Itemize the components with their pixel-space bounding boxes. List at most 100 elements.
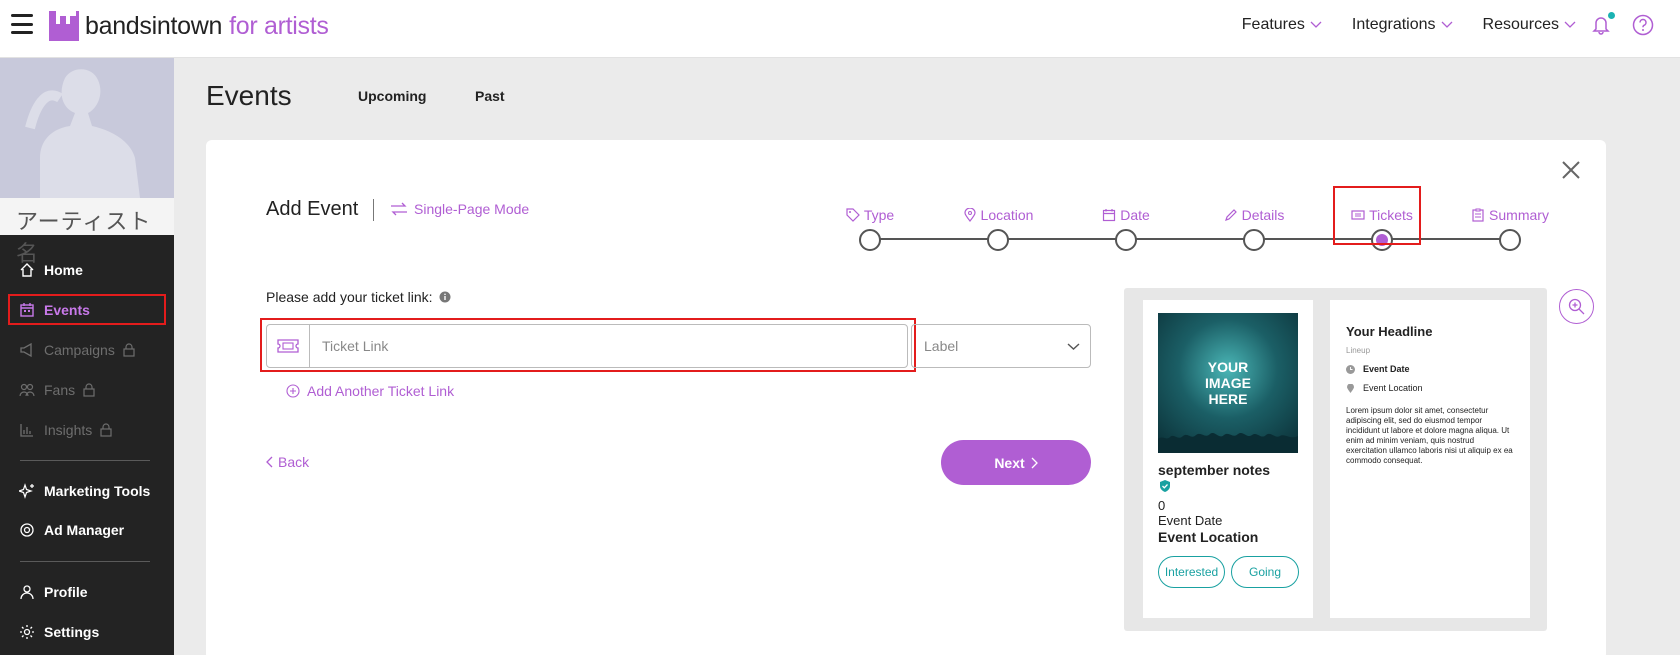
bell-icon[interactable] [1590,12,1615,36]
sidebar-item-label: Insights [44,422,93,438]
step-location[interactable]: Location [938,206,1058,251]
add-event-title: Add Event [266,198,359,220]
lock-icon [123,343,135,357]
tag-icon [846,208,860,222]
add-event-card: Add Event Single-Page Mode Type Location… [206,140,1606,655]
step-type[interactable]: Type [810,206,930,251]
chevron-down-icon [1310,21,1322,28]
step-label: Details [1241,207,1285,223]
calendar-icon [20,303,34,317]
step-tickets[interactable]: Tickets [1322,206,1442,251]
next-button[interactable]: Next [941,440,1091,485]
label-select[interactable]: Label [911,324,1091,368]
sidebar-item-ad-manager[interactable]: Ad Manager [0,515,174,545]
home-icon [20,263,34,277]
sidebar-item-profile[interactable]: Profile [0,577,174,607]
ticket-prompt-label: Please add your ticket link: [266,289,433,305]
page-title: Events [206,80,292,111]
lock-icon [83,383,95,397]
help-icon[interactable] [1632,14,1654,36]
target-icon [20,523,34,537]
stepper-line [870,238,1510,240]
sidebar-item-label: Marketing Tools [44,483,151,499]
nav-resources[interactable]: Resources [1483,16,1576,34]
ticket-field-icon-box [267,325,310,367]
gear-icon [20,625,34,639]
step-details[interactable]: Details [1194,206,1314,251]
close-icon[interactable] [1561,160,1581,180]
back-button[interactable]: Back [266,454,309,470]
single-page-mode-link[interactable]: Single-Page Mode [390,201,529,217]
info-icon[interactable] [439,291,451,303]
sidebar-item-home[interactable]: Home [0,255,174,285]
swap-icon [391,202,407,216]
chevron-down-icon [1441,21,1452,28]
users-icon [19,383,35,397]
tab-upcoming[interactable]: Upcoming [358,88,426,104]
logo-text: bandsintown [85,11,223,40]
menu-icon[interactable] [11,14,33,34]
ticket-icon [1351,210,1365,220]
preview-artist-name: september notes [1158,462,1271,478]
add-another-ticket-link[interactable]: Add Another Ticket Link [286,383,454,399]
preview-image-placeholder: YOUR IMAGE HERE [1158,313,1298,453]
nav-features-label: Features [1241,16,1305,33]
chevron-right-icon [1031,457,1038,468]
sparkles-icon [19,483,34,499]
notification-dot [1608,12,1615,19]
going-button[interactable]: Going [1231,556,1299,588]
step-label: Summary [1489,207,1549,223]
step-circle [1243,229,1265,251]
step-date[interactable]: Date [1066,206,1186,251]
preview-event-location: Event Location [1158,529,1259,545]
preview-event-date: Event Date [1158,513,1223,528]
sidebar-item-settings[interactable]: Settings [0,617,174,647]
plus-circle-icon [286,384,300,398]
preview-headline: Your Headline [1346,324,1433,339]
event-preview: YOUR IMAGE HERE september notes 0 Event … [1124,288,1547,631]
sidebar-divider [20,460,150,461]
preview-event-details: Your Headline Lineup Event Date Event Lo… [1330,300,1530,618]
ticket-link-input[interactable] [310,325,907,367]
sidebar-item-campaigns[interactable]: Campaigns [0,335,174,365]
bandsintown-logo-icon [49,11,79,41]
artist-photo[interactable] [0,58,174,198]
step-label: Location [980,207,1034,223]
pin-icon [1347,383,1354,393]
chevron-down-icon [1067,343,1080,350]
preview-event-card: YOUR IMAGE HERE september notes 0 Event … [1143,300,1313,618]
chevron-left-icon [266,456,273,468]
crowd-silhouette [1158,432,1298,453]
step-label: Tickets [1369,207,1413,223]
sidebar-item-label: Profile [44,584,88,600]
sidebar-item-events[interactable]: Events [0,295,174,325]
step-circle [987,229,1009,251]
lock-icon [100,423,112,437]
clipboard-icon [1472,208,1484,222]
ticket-icon [277,339,299,353]
zoom-in-icon [1568,298,1585,315]
sidebar-item-insights[interactable]: Insights [0,415,174,445]
sidebar-divider [20,561,150,562]
preview-lineup: Lineup [1346,346,1371,355]
interested-button[interactable]: Interested [1158,556,1225,588]
preview-detail-date: Event Date [1346,364,1410,374]
nav-features[interactable]: Features [1242,16,1322,34]
logo-subtext: for artists [229,11,329,40]
logo[interactable]: bandsintown for artists [48,10,329,42]
zoom-in-button[interactable] [1559,289,1594,324]
step-circle [1499,229,1521,251]
nav-integrations[interactable]: Integrations [1352,16,1453,34]
tab-past[interactable]: Past [475,88,505,104]
step-circle [859,229,881,251]
step-summary[interactable]: Summary [1450,206,1570,251]
sidebar-item-label: Fans [44,382,76,398]
ticket-link-field [266,324,908,368]
preview-image-text: YOUR IMAGE HERE [1205,359,1251,407]
chart-icon [20,424,33,437]
sidebar-item-marketing-tools[interactable]: Marketing Tools [0,476,174,506]
user-icon [20,585,34,600]
sidebar-item-label: Campaigns [44,342,115,358]
chevron-down-icon [1564,21,1576,28]
sidebar-item-fans[interactable]: Fans [0,375,174,405]
